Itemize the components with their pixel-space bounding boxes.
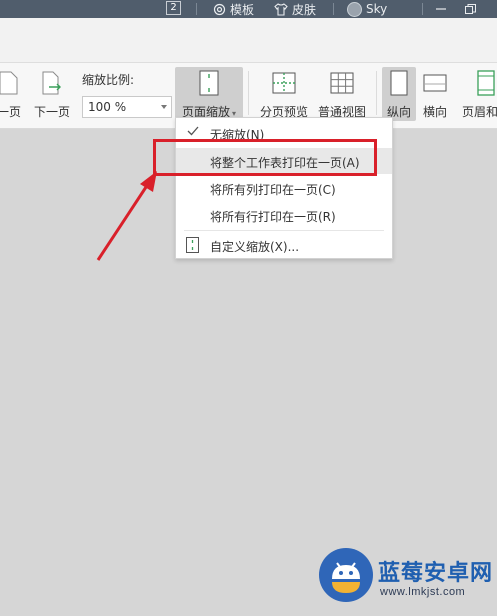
- next-page-label: 下一页: [33, 105, 70, 119]
- landscape-button[interactable]: 横向: [418, 67, 452, 121]
- menu-divider: [184, 230, 384, 231]
- grid-icon: [330, 72, 354, 94]
- portrait-icon: [390, 70, 408, 96]
- android-logo-icon: [319, 548, 373, 602]
- page-icon: [0, 71, 18, 95]
- custom-scale-icon: [186, 237, 199, 253]
- next-page-icon: [42, 71, 61, 95]
- watermark-url: www.lmkjst.com: [380, 586, 466, 598]
- header-footer-icon: [477, 70, 495, 96]
- portrait-button[interactable]: 纵向: [382, 67, 416, 121]
- page-break-icon: [272, 72, 296, 94]
- title-bar: 2 模板 皮肤 Sky: [0, 0, 497, 18]
- header-footer-label: 页眉和页: [461, 105, 497, 119]
- menu-item-label: 自定义缩放(X)...: [210, 240, 300, 254]
- skin-button[interactable]: 皮肤: [274, 0, 316, 18]
- highlight-box: [153, 139, 377, 176]
- divider: [333, 3, 334, 15]
- user-account[interactable]: Sky: [347, 0, 387, 18]
- divider: [376, 71, 377, 115]
- window-count-badge[interactable]: 2: [166, 1, 181, 15]
- watermark: 蓝莓安卓网 www.lmkjst.com: [318, 545, 497, 616]
- minimize-icon: [436, 8, 446, 10]
- next-page-button[interactable]: 下一页: [30, 67, 74, 121]
- check-icon: [187, 126, 199, 136]
- restore-icon: [465, 3, 476, 14]
- normal-view-button[interactable]: 普通视图: [314, 67, 370, 121]
- tab-strip: [0, 18, 497, 63]
- page-scale-icon: [199, 70, 219, 96]
- zoom-ratio-select[interactable]: 100 %: [82, 96, 172, 118]
- menu-item-label: 将所有列打印在一页(C): [210, 183, 336, 197]
- watermark-title: 蓝莓安卓网: [378, 561, 494, 586]
- menu-item-fit-columns-one-page[interactable]: 将所有列打印在一页(C): [176, 175, 392, 201]
- menu-item-custom-scaling[interactable]: 自定义缩放(X)...: [176, 232, 392, 258]
- user-name: Sky: [366, 2, 388, 16]
- template-label: 模板: [230, 2, 255, 17]
- previous-page-label: 一页: [0, 105, 21, 119]
- divider: [422, 3, 423, 15]
- menu-item-label: 将所有行打印在一页(R): [210, 210, 336, 224]
- skin-label: 皮肤: [292, 2, 317, 17]
- header-footer-button[interactable]: 页眉和页: [456, 67, 497, 121]
- menu-item-fit-rows-one-page[interactable]: 将所有行打印在一页(R): [176, 202, 392, 228]
- restore-button[interactable]: [465, 0, 476, 18]
- template-icon: [213, 3, 226, 15]
- divider: [248, 71, 249, 115]
- minimize-button[interactable]: [436, 0, 446, 18]
- zoom-ratio-label: 缩放比例:: [82, 73, 135, 87]
- previous-page-button[interactable]: 一页: [0, 67, 22, 121]
- landscape-label: 横向: [422, 105, 447, 119]
- divider: [196, 3, 197, 15]
- chevron-down-icon: [161, 105, 167, 109]
- page-scale-button[interactable]: 页面缩放 ▾: [175, 67, 243, 121]
- shirt-icon: [274, 2, 288, 16]
- page-break-preview-button[interactable]: 分页预览: [256, 67, 312, 121]
- template-button[interactable]: 模板: [213, 0, 254, 18]
- landscape-icon: [423, 74, 447, 92]
- avatar: [347, 1, 362, 17]
- zoom-ratio-value: 100 %: [88, 100, 127, 114]
